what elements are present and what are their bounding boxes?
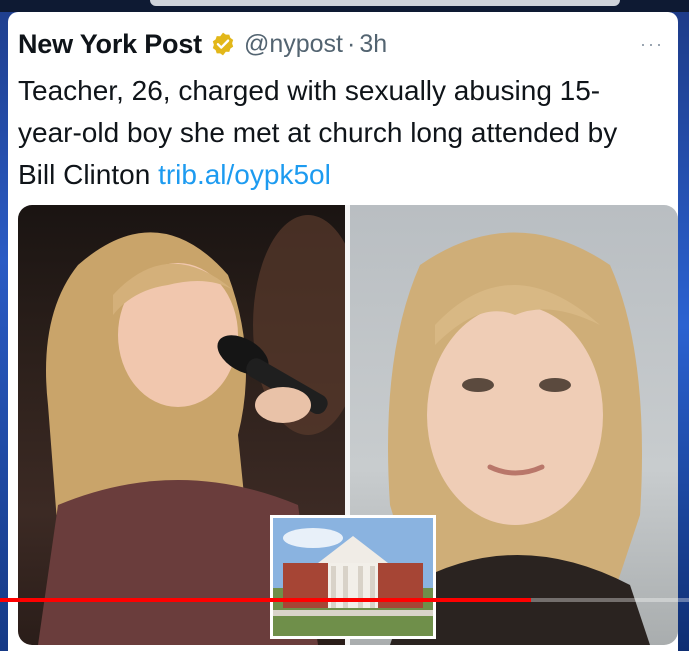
more-options-icon[interactable]: ··· — [640, 34, 664, 55]
video-progress-bar[interactable] — [0, 598, 689, 602]
video-progress-fill — [0, 598, 531, 602]
top-strip-segment — [150, 0, 620, 6]
tweet-time[interactable]: 3h — [359, 30, 387, 59]
tweet-header: New York Post @nypost · 3h — [18, 26, 387, 62]
church-illustration — [273, 518, 433, 636]
church-building-thumbnail[interactable] — [270, 515, 436, 639]
author-name[interactable]: New York Post — [18, 29, 202, 60]
tweet-media[interactable] — [18, 205, 678, 645]
dot-separator: · — [347, 29, 356, 58]
tweet-text: Teacher, 26, charged with sexually abusi… — [18, 70, 658, 196]
tweet-card[interactable]: New York Post @nypost · 3h ··· Teacher, … — [8, 12, 678, 651]
tweet-link[interactable]: trib.al/oypk5ol — [158, 159, 331, 190]
author-handle[interactable]: @nypost — [244, 30, 343, 59]
verified-badge-icon — [212, 32, 234, 56]
top-strip — [0, 0, 689, 12]
